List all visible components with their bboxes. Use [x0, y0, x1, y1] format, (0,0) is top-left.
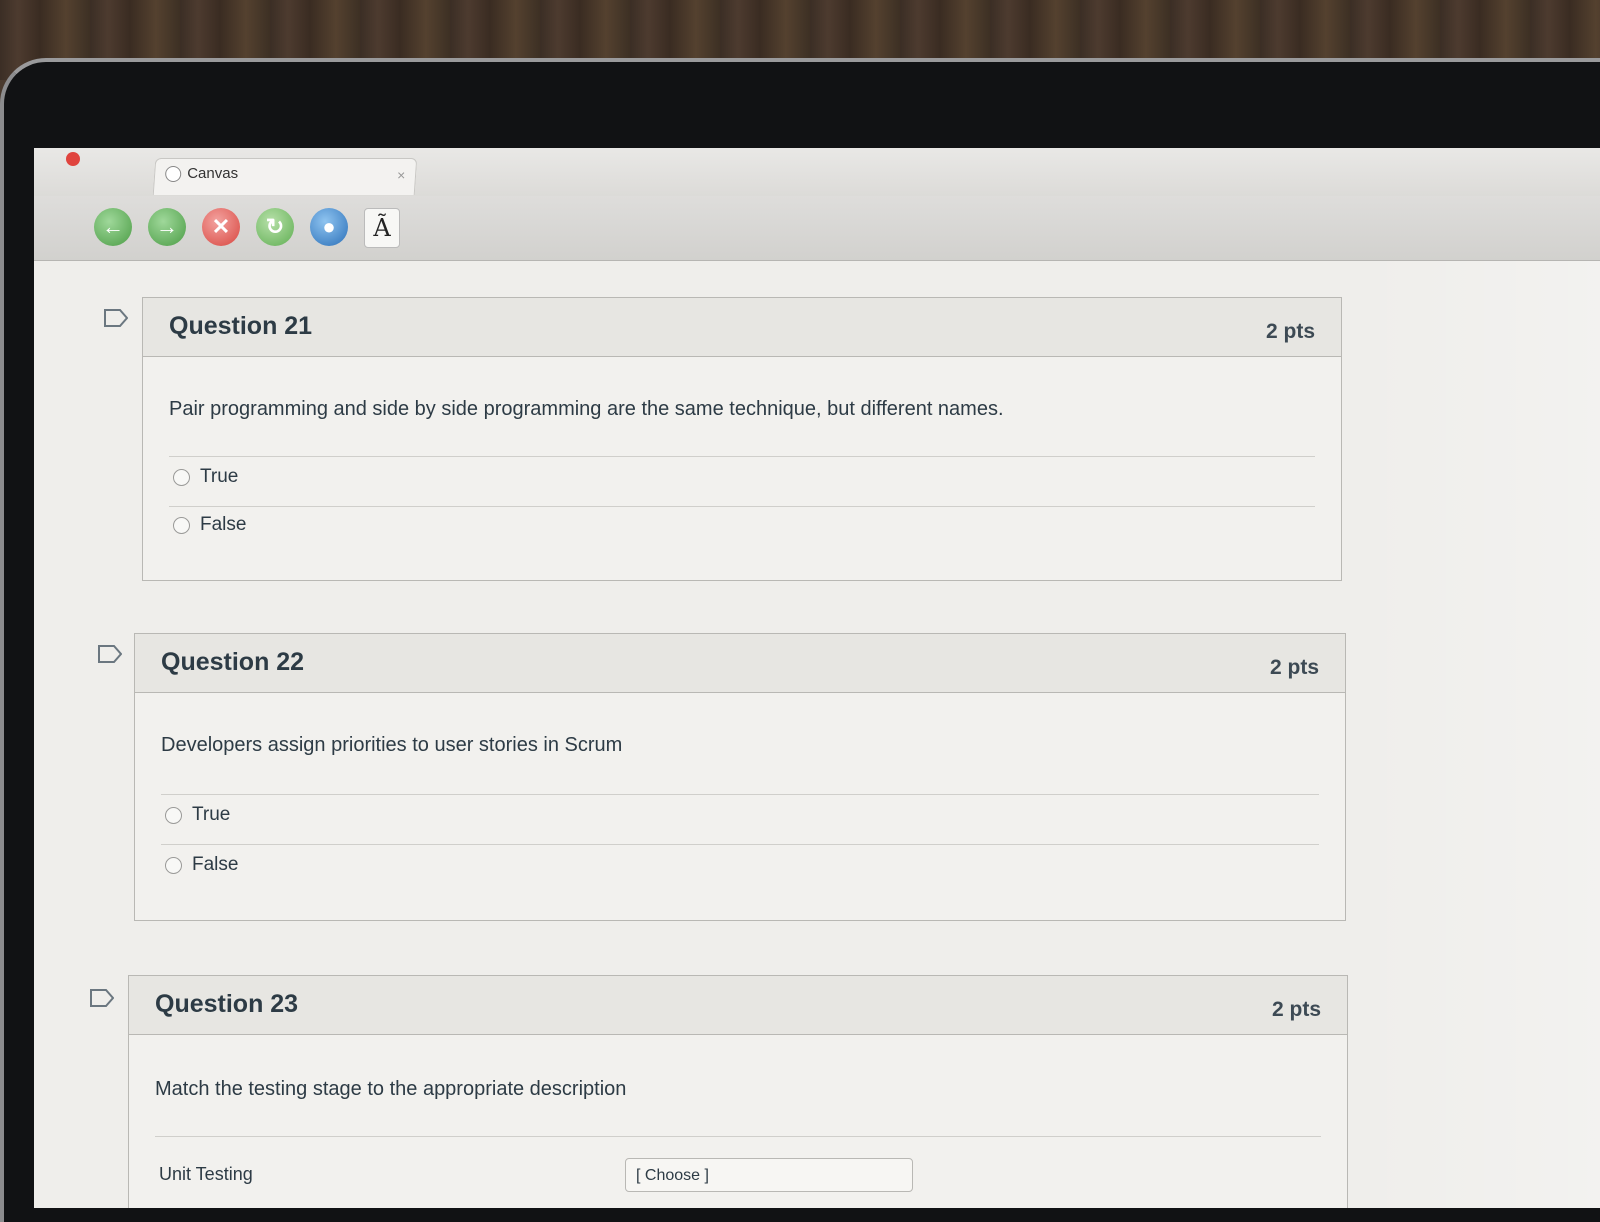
arrow-right-icon: → [156, 214, 178, 239]
question-card: Question 23 2 pts Match the testing stag… [128, 975, 1348, 1208]
back-button[interactable]: ← [94, 208, 132, 246]
divider [161, 794, 1319, 795]
question-card: Question 21 2 pts Pair programming and s… [142, 297, 1342, 581]
question-card: Question 22 2 pts Developers assign prio… [134, 633, 1346, 921]
radio-button[interactable] [165, 806, 182, 824]
browser-toolbar: ← → ✕ ↻ ● Ã [34, 196, 1600, 261]
question-points: 2 pts [1269, 656, 1319, 679]
answer-option[interactable]: True [165, 804, 230, 826]
question-text: Pair programming and side by side progra… [169, 398, 1004, 420]
refresh-icon: ↻ [265, 214, 285, 239]
flag-question-icon[interactable] [90, 989, 114, 1007]
divider [155, 1136, 1321, 1137]
match-item-label: Unit Testing [159, 1164, 253, 1184]
quiz-content: Question 21 2 pts Pair programming and s… [34, 261, 1600, 1208]
answer-label: True [200, 466, 239, 487]
question-title: Question 21 [169, 312, 313, 340]
answer-label: False [192, 854, 239, 875]
browser-tab[interactable]: Canvas × [152, 158, 418, 195]
answer-option[interactable]: False [173, 514, 246, 536]
window-titlebar: Canvas × [34, 148, 1600, 196]
answer-label: True [192, 804, 231, 825]
divider [169, 506, 1315, 507]
question-header: Question 21 2 pts [143, 298, 1341, 357]
question-title: Question 22 [161, 648, 305, 676]
browser-window: Canvas × ← → ✕ ↻ ● Ã Question 21 2 pts P… [34, 148, 1600, 1208]
answer-option[interactable]: True [173, 466, 238, 488]
match-dropdown[interactable]: [ Choose ] [625, 1158, 913, 1192]
radio-button[interactable] [165, 856, 182, 874]
question-header: Question 23 2 pts [129, 976, 1347, 1035]
close-icon: ✕ [211, 214, 231, 239]
flag-question-icon[interactable] [98, 645, 122, 663]
forward-button[interactable]: → [148, 208, 186, 246]
tab-title: Canvas [187, 165, 239, 182]
home-button[interactable]: ● [310, 208, 348, 246]
answer-label: False [200, 514, 247, 535]
radio-button[interactable] [173, 468, 190, 486]
divider [161, 844, 1319, 845]
tab-close-icon[interactable]: × [397, 167, 405, 183]
question-points: 2 pts [1265, 320, 1315, 343]
arrow-left-icon: ← [102, 214, 124, 239]
stop-button[interactable]: ✕ [202, 208, 240, 246]
reload-button[interactable]: ↻ [256, 208, 294, 246]
flag-question-icon[interactable] [104, 309, 128, 327]
question-text: Match the testing stage to the appropria… [155, 1078, 627, 1100]
question-text: Developers assign priorities to user sto… [161, 734, 623, 756]
screen-glare [1354, 261, 1600, 1208]
question-header: Question 22 2 pts [135, 634, 1345, 693]
font-size-button[interactable]: Ã [364, 208, 400, 248]
close-window-button[interactable] [66, 152, 80, 166]
globe-icon: ● [322, 214, 336, 239]
question-points: 2 pts [1271, 998, 1321, 1021]
question-title: Question 23 [155, 990, 299, 1018]
radio-button[interactable] [173, 516, 190, 534]
divider [169, 456, 1315, 457]
answer-option[interactable]: False [165, 854, 238, 876]
canvas-favicon-icon [165, 165, 182, 182]
